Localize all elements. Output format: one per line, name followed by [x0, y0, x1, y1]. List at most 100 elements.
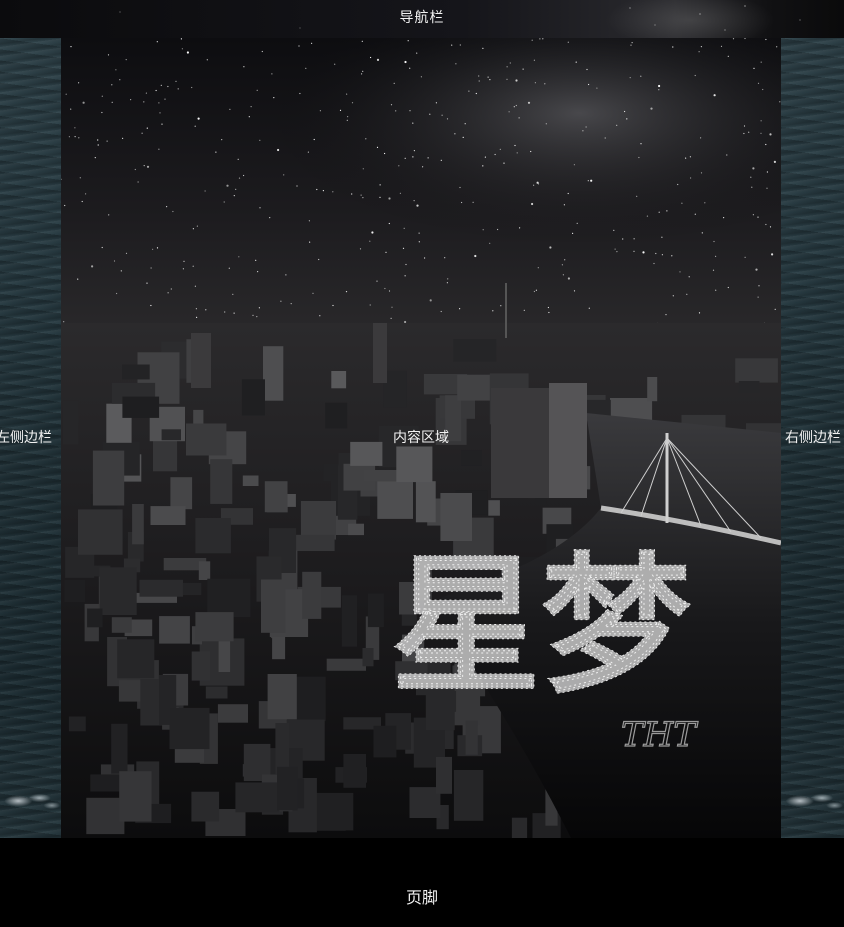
star [158, 148, 160, 150]
star [562, 274, 564, 276]
star [125, 252, 128, 254]
star [753, 67, 755, 69]
star [474, 254, 477, 258]
star [318, 258, 320, 261]
star [418, 232, 420, 234]
star [508, 111, 510, 113]
star [650, 107, 653, 110]
star [757, 82, 760, 84]
star [78, 82, 80, 84]
star [533, 184, 535, 186]
star [752, 167, 755, 170]
star [370, 56, 372, 59]
star [221, 139, 223, 141]
star [196, 316, 198, 318]
star [296, 185, 298, 187]
star [191, 86, 193, 89]
star [170, 288, 172, 290]
star [658, 211, 660, 213]
city-building [436, 756, 452, 794]
star [206, 59, 208, 61]
star [273, 97, 275, 99]
star [101, 246, 103, 249]
star [409, 67, 411, 69]
star [116, 292, 118, 295]
star [125, 59, 127, 61]
star [422, 166, 424, 168]
star [143, 165, 145, 167]
star [101, 95, 103, 97]
star [531, 202, 534, 206]
star [407, 40, 409, 42]
star [106, 140, 108, 142]
star [533, 290, 535, 293]
city-building [210, 459, 233, 504]
star [74, 136, 76, 138]
star [636, 195, 638, 197]
star [518, 117, 520, 119]
star [715, 255, 717, 257]
star [277, 148, 280, 152]
content-area: 星梦 THT 内容区域 [61, 38, 781, 838]
star [224, 311, 226, 313]
star [347, 116, 349, 118]
city-building [217, 704, 248, 723]
star [164, 98, 166, 100]
star [404, 275, 406, 277]
star [671, 255, 673, 257]
city-building [341, 595, 357, 647]
star [726, 154, 728, 156]
city-building [119, 771, 152, 822]
star [161, 123, 163, 125]
star [588, 307, 590, 309]
city-building [99, 567, 137, 615]
star [665, 314, 667, 316]
star [81, 200, 83, 203]
star [704, 202, 706, 204]
star [376, 280, 378, 282]
star [614, 248, 616, 250]
star [585, 126, 587, 128]
star [629, 77, 631, 79]
star [402, 247, 405, 249]
star [444, 257, 446, 259]
star [346, 119, 348, 121]
city-building [362, 648, 374, 667]
star [454, 133, 456, 135]
star [755, 268, 758, 271]
star [322, 190, 324, 192]
star [308, 220, 310, 222]
city-building [198, 561, 211, 580]
star [765, 143, 767, 146]
city-building [235, 782, 280, 813]
star [655, 252, 657, 255]
poster-calligraphy: 星梦 [391, 538, 692, 715]
star [223, 201, 225, 203]
city-building [738, 381, 760, 393]
star [475, 92, 477, 95]
city-building [264, 481, 288, 513]
star [413, 150, 415, 152]
city-building [64, 580, 85, 602]
star [640, 143, 642, 145]
star [280, 300, 282, 302]
star [319, 315, 321, 317]
star [712, 269, 715, 271]
star [630, 44, 632, 46]
star [533, 59, 535, 61]
star [332, 304, 334, 307]
star [97, 139, 99, 141]
star [624, 110, 626, 113]
star [146, 127, 148, 129]
star [192, 228, 194, 230]
city-building [122, 396, 160, 418]
footer: 页脚 [0, 838, 844, 927]
star [563, 204, 565, 206]
star [143, 101, 145, 103]
star [232, 293, 234, 295]
star [694, 74, 696, 77]
star [514, 144, 516, 147]
star [658, 89, 660, 91]
star [130, 99, 132, 101]
star [765, 223, 767, 226]
